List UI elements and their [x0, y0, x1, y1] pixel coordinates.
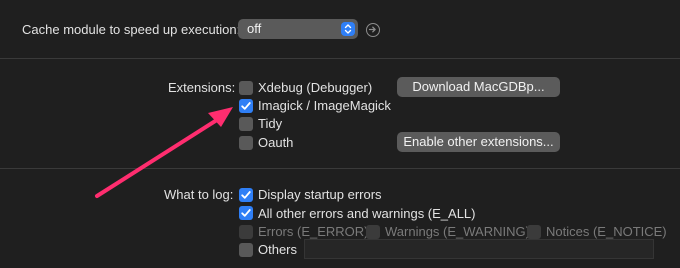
e-notice-label: Notices (E_NOTICE): [546, 224, 667, 239]
e-warning-checkbox[interactable]: [366, 225, 380, 239]
annotation-arrow-head: [208, 107, 233, 127]
imagick-label[interactable]: Imagick / ImageMagick: [258, 98, 391, 113]
e-warning-label: Warnings (E_WARNING): [385, 224, 530, 239]
e-notice-checkbox[interactable]: [527, 225, 541, 239]
tidy-label[interactable]: Tidy: [258, 116, 282, 131]
others-label[interactable]: Others: [258, 242, 297, 257]
imagick-checkbox[interactable]: [239, 99, 253, 113]
all-errors-label[interactable]: All other errors and warnings (E_ALL): [258, 206, 476, 221]
checkmark-icon: [241, 102, 251, 110]
cache-module-value: off: [247, 21, 262, 36]
download-macgdbp-button[interactable]: Download MacGDBp...: [397, 77, 560, 97]
others-input[interactable]: [304, 239, 654, 259]
e-error-checkbox[interactable]: [239, 225, 253, 239]
section-divider: [0, 58, 680, 59]
cache-module-select[interactable]: off: [238, 19, 358, 39]
annotation-arrow-shaft: [95, 116, 222, 198]
tidy-checkbox[interactable]: [239, 117, 253, 131]
popup-stepper-icon: [341, 22, 355, 36]
xdebug-checkbox[interactable]: [239, 81, 253, 95]
section-divider: [0, 168, 680, 169]
display-startup-errors-checkbox[interactable]: [239, 188, 253, 202]
oauth-checkbox[interactable]: [239, 136, 253, 150]
all-errors-checkbox[interactable]: [239, 206, 253, 220]
checkmark-icon: [241, 209, 251, 217]
enable-other-extensions-button[interactable]: Enable other extensions...: [397, 132, 560, 152]
what-to-log-label: What to log:: [164, 187, 234, 202]
arrow-right-circle-icon[interactable]: [366, 23, 380, 37]
cache-label: Cache module to speed up execution:: [22, 22, 241, 37]
extensions-label: Extensions:: [168, 80, 236, 95]
xdebug-label[interactable]: Xdebug (Debugger): [258, 80, 372, 95]
oauth-label[interactable]: Oauth: [258, 135, 293, 150]
e-error-label: Errors (E_ERROR): [258, 224, 369, 239]
others-checkbox[interactable]: [239, 243, 253, 257]
checkmark-icon: [241, 191, 251, 199]
display-startup-errors-label[interactable]: Display startup errors: [258, 187, 382, 202]
